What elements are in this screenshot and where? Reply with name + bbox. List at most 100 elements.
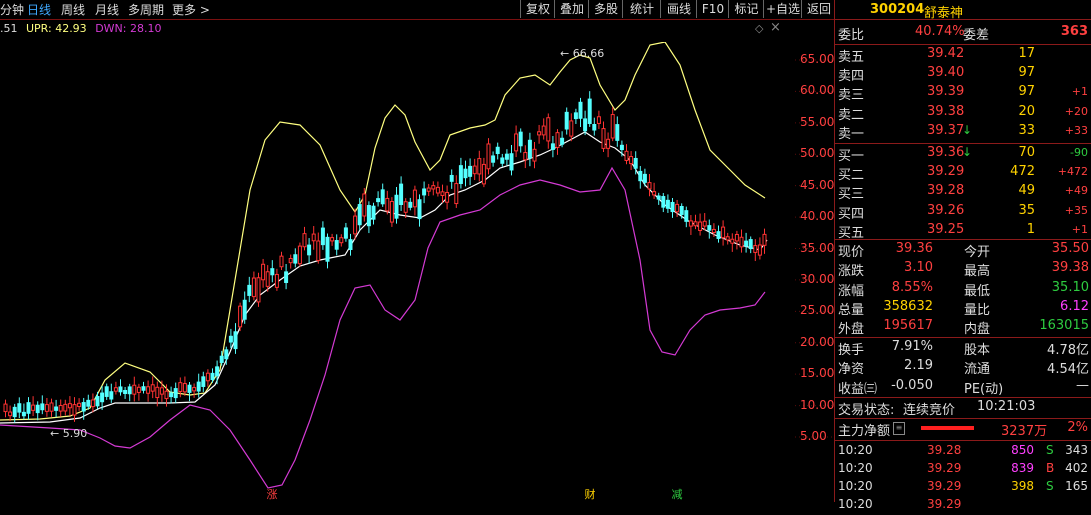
collapse-diamond-icon[interactable]: ◇ [755,22,763,35]
tick-volume: 839 [1011,461,1034,475]
divider [835,239,1091,240]
candle-body [583,118,588,132]
candle-body [385,197,390,212]
price-tick-label: 55.00 [800,114,835,129]
multi-stock-button[interactable]: 多股 [588,0,623,18]
event-marker[interactable]: 财 [583,488,597,502]
candle-body [302,233,307,248]
back-button[interactable]: 返回 [801,0,836,18]
candle-body [652,191,657,196]
candle-body [606,138,611,149]
tick-row: 10:20 39.28 850 S 343 [835,443,1091,461]
mark-button[interactable]: 标记 [728,0,764,18]
period-weekly[interactable]: 周线 [61,1,85,18]
asks-price: 39.37 [927,122,965,138]
candle-body [362,193,367,217]
candle-body [196,381,201,392]
candle-body [454,183,459,205]
candle-body [201,376,206,387]
asks-price: 39.38 [927,103,965,119]
event-marker[interactable]: 涨 [265,488,279,502]
asks-label: 卖三 [838,88,865,104]
bids-volume: 35 [1018,202,1035,218]
add-watchlist-button[interactable]: +自选 [763,0,802,18]
candle-body [215,366,220,377]
period-more[interactable]: 更多 > [172,1,210,18]
period-multi[interactable]: 多周期 [128,1,164,18]
candle-body [629,156,634,165]
event-marker[interactable]: 减 [670,488,684,502]
candle-body [688,220,693,227]
candle-body [320,227,325,246]
candle-body [435,186,440,194]
candle-body [555,132,560,148]
tick-count: 402 [1065,461,1088,475]
candle-body [757,244,762,256]
down-arrow-icon: ↓ [962,122,973,137]
candle-body [123,389,128,394]
candle-body [495,146,500,155]
quote-row: 涨跌 3.10 最高 39.38 [835,260,1091,279]
period-monthly[interactable]: 月线 [95,1,119,18]
bids-row: 买三 39.28 49 +49 [835,183,1091,202]
candle-body [77,402,82,408]
candle-body [261,263,266,281]
period-minute[interactable]: 分钟 [0,1,24,18]
candle-body [679,205,684,215]
diff-value: 363 [1060,24,1088,39]
candle-body [486,143,491,170]
candle-body [316,240,321,262]
candle-body [504,153,509,160]
candle-body [546,117,551,142]
overlay-button[interactable]: 叠加 [554,0,589,18]
tick-row: 10:20 39.29 398 S 165 [835,479,1091,497]
adjust-rights-button[interactable]: 复权 [520,0,555,18]
candle-body [3,403,8,413]
quote-value: 358632 [883,298,933,314]
candle-body [638,170,643,182]
quote-label: 内盘 [964,322,991,338]
quote-label: 量比 [964,302,991,318]
candle-body [169,392,174,398]
statistics-button[interactable]: 统计 [622,0,661,18]
candle-body [293,254,298,264]
low-price-label: ← 5.90 [50,427,87,440]
candlestick-chart[interactable]: ← 66.66 ← 5.90 [0,42,835,502]
divider [835,418,1091,419]
middle-band-line [0,131,768,424]
candle-body [431,185,436,190]
stats-value: -0.050 [891,377,933,393]
candle-body [527,139,532,159]
candle-body [601,128,606,149]
candle-body [730,238,735,244]
tick-count: 165 [1065,479,1088,493]
candle-body [187,384,192,393]
stats-value: 4.78亿 [1047,343,1089,358]
price-tick-label: 15.00 [800,366,835,381]
status-time: 10:21:03 [977,399,1036,414]
asks-volume: 97 [1018,65,1035,81]
candle-body [445,192,450,203]
period-daily[interactable]: 日线 [27,1,51,18]
f10-button[interactable]: F10 [696,0,729,18]
asks-change: +20 [1064,104,1088,118]
asks-label: 卖一 [838,126,865,142]
candle-body [90,399,95,408]
candle-body [242,299,247,320]
candle-body [449,174,454,182]
candle-body [357,204,362,226]
asks-volume: 33 [1018,122,1035,138]
asks-volume: 20 [1018,103,1035,119]
bids-volume: 49 [1018,183,1035,199]
bids-volume: 472 [1010,164,1035,180]
list-icon[interactable]: ≡ [893,422,905,435]
candle-body [330,237,335,242]
bids-label: 买三 [838,187,865,203]
draw-line-button[interactable]: 画线 [660,0,697,18]
candle-body [518,131,523,147]
stock-code: 300204 [870,2,925,17]
period-toolbar: 分钟 日线 周线 月线 多周期 更多 > 复权 叠加 多股 统计 画线 F10 … [0,0,835,20]
mid-value: .51 [0,22,18,35]
candle-body [573,112,578,120]
close-icon[interactable]: × [770,20,781,35]
